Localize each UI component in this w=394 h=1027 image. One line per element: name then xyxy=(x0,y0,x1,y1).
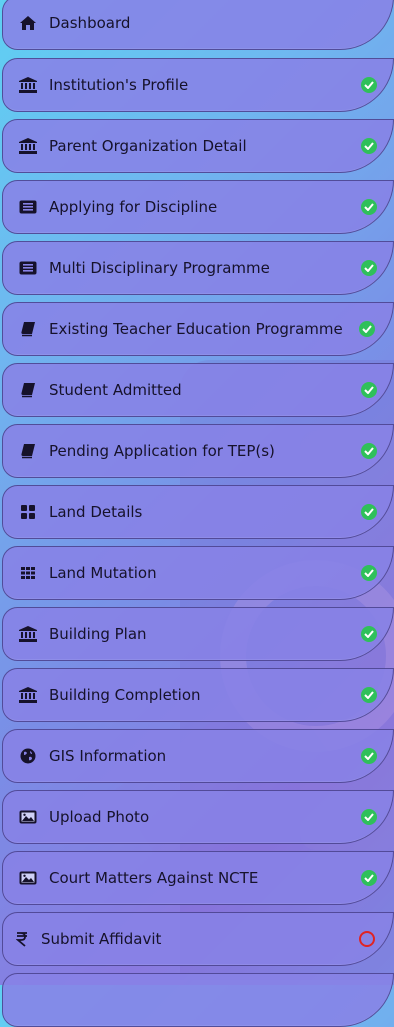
book-icon xyxy=(19,442,37,460)
sidebar-item-label: Land Mutation xyxy=(49,564,157,582)
grid-small-icon xyxy=(19,564,37,582)
check-icon xyxy=(361,565,377,581)
check-icon xyxy=(361,260,377,276)
sidebar-item-parent-organization[interactable]: Parent Organization Detail xyxy=(2,119,394,173)
sidebar-item-label: Upload Photo xyxy=(49,808,150,826)
sidebar-item-applying-discipline[interactable]: Applying for Discipline xyxy=(2,180,394,234)
check-icon xyxy=(359,321,375,337)
check-icon xyxy=(361,626,377,642)
sidebar-item-label: Parent Organization Detail xyxy=(49,137,247,155)
sidebar-item-label: Institution's Profile xyxy=(49,76,189,94)
image-icon xyxy=(19,869,37,887)
sidebar-item-building-completion[interactable]: Building Completion xyxy=(2,668,394,722)
book-icon xyxy=(19,381,37,399)
image-icon xyxy=(19,808,37,826)
check-icon xyxy=(361,748,377,764)
globe-icon xyxy=(19,747,37,765)
sidebar-item-existing-tep[interactable]: Existing Teacher Education Programme xyxy=(2,302,394,356)
check-icon xyxy=(361,199,377,215)
list-alt-icon xyxy=(19,259,37,277)
check-icon xyxy=(361,77,377,93)
institution-icon xyxy=(19,686,37,704)
institution-icon xyxy=(19,625,37,643)
list-alt-icon xyxy=(19,198,37,216)
sidebar-item-label: Building Plan xyxy=(49,625,147,643)
sidebar-item-pending-application[interactable]: Pending Application for TEP(s) xyxy=(2,424,394,478)
grid-large-icon xyxy=(19,503,37,521)
institution-icon xyxy=(19,76,37,94)
institution-icon xyxy=(19,137,37,155)
pending-circle-icon xyxy=(359,931,375,947)
sidebar-item-building-plan[interactable]: Building Plan xyxy=(2,607,394,661)
sidebar-item-court-matters[interactable]: Court Matters Against NCTE xyxy=(2,851,394,905)
sidebar-item-label: Existing Teacher Education Programme xyxy=(49,320,343,338)
sidebar-item-label: Multi Disciplinary Programme xyxy=(49,259,270,277)
sidebar-item-label: Court Matters Against NCTE xyxy=(49,869,259,887)
sidebar-item-land-details[interactable]: Land Details xyxy=(2,485,394,539)
sidebar-item-label: Student Admitted xyxy=(49,381,182,399)
check-icon xyxy=(361,687,377,703)
sidebar-item-student-admitted[interactable]: Student Admitted xyxy=(2,363,394,417)
sidebar-item-dashboard[interactable]: Dashboard xyxy=(2,0,394,50)
sidebar-item-gis-information[interactable]: GIS Information xyxy=(2,729,394,783)
sidebar-item-next[interactable] xyxy=(2,973,394,1027)
check-icon xyxy=(361,504,377,520)
book-icon xyxy=(19,320,37,338)
check-icon xyxy=(361,809,377,825)
sidebar-item-multi-disciplinary[interactable]: Multi Disciplinary Programme xyxy=(2,241,394,295)
sidebar-item-label: GIS Information xyxy=(49,747,167,765)
sidebar-item-label: Land Details xyxy=(49,503,143,521)
sidebar-item-upload-photo[interactable]: Upload Photo xyxy=(2,790,394,844)
sidebar-item-institution-profile[interactable]: Institution's Profile xyxy=(2,58,394,112)
sidebar-item-label: Submit Affidavit xyxy=(41,930,162,948)
sidebar-item-land-mutation[interactable]: Land Mutation xyxy=(2,546,394,600)
sidebar-item-label: Applying for Discipline xyxy=(49,198,218,216)
check-icon xyxy=(361,382,377,398)
sidebar-item-label: Building Completion xyxy=(49,686,201,704)
check-icon xyxy=(361,138,377,154)
sidebar-item-label: Pending Application for TEP(s) xyxy=(49,442,275,460)
rupee-icon xyxy=(15,930,29,948)
check-icon xyxy=(361,443,377,459)
home-icon xyxy=(19,14,37,32)
check-icon xyxy=(361,870,377,886)
sidebar-item-submit-affidavit[interactable]: Submit Affidavit xyxy=(2,912,394,966)
sidebar-item-label: Dashboard xyxy=(49,14,131,32)
